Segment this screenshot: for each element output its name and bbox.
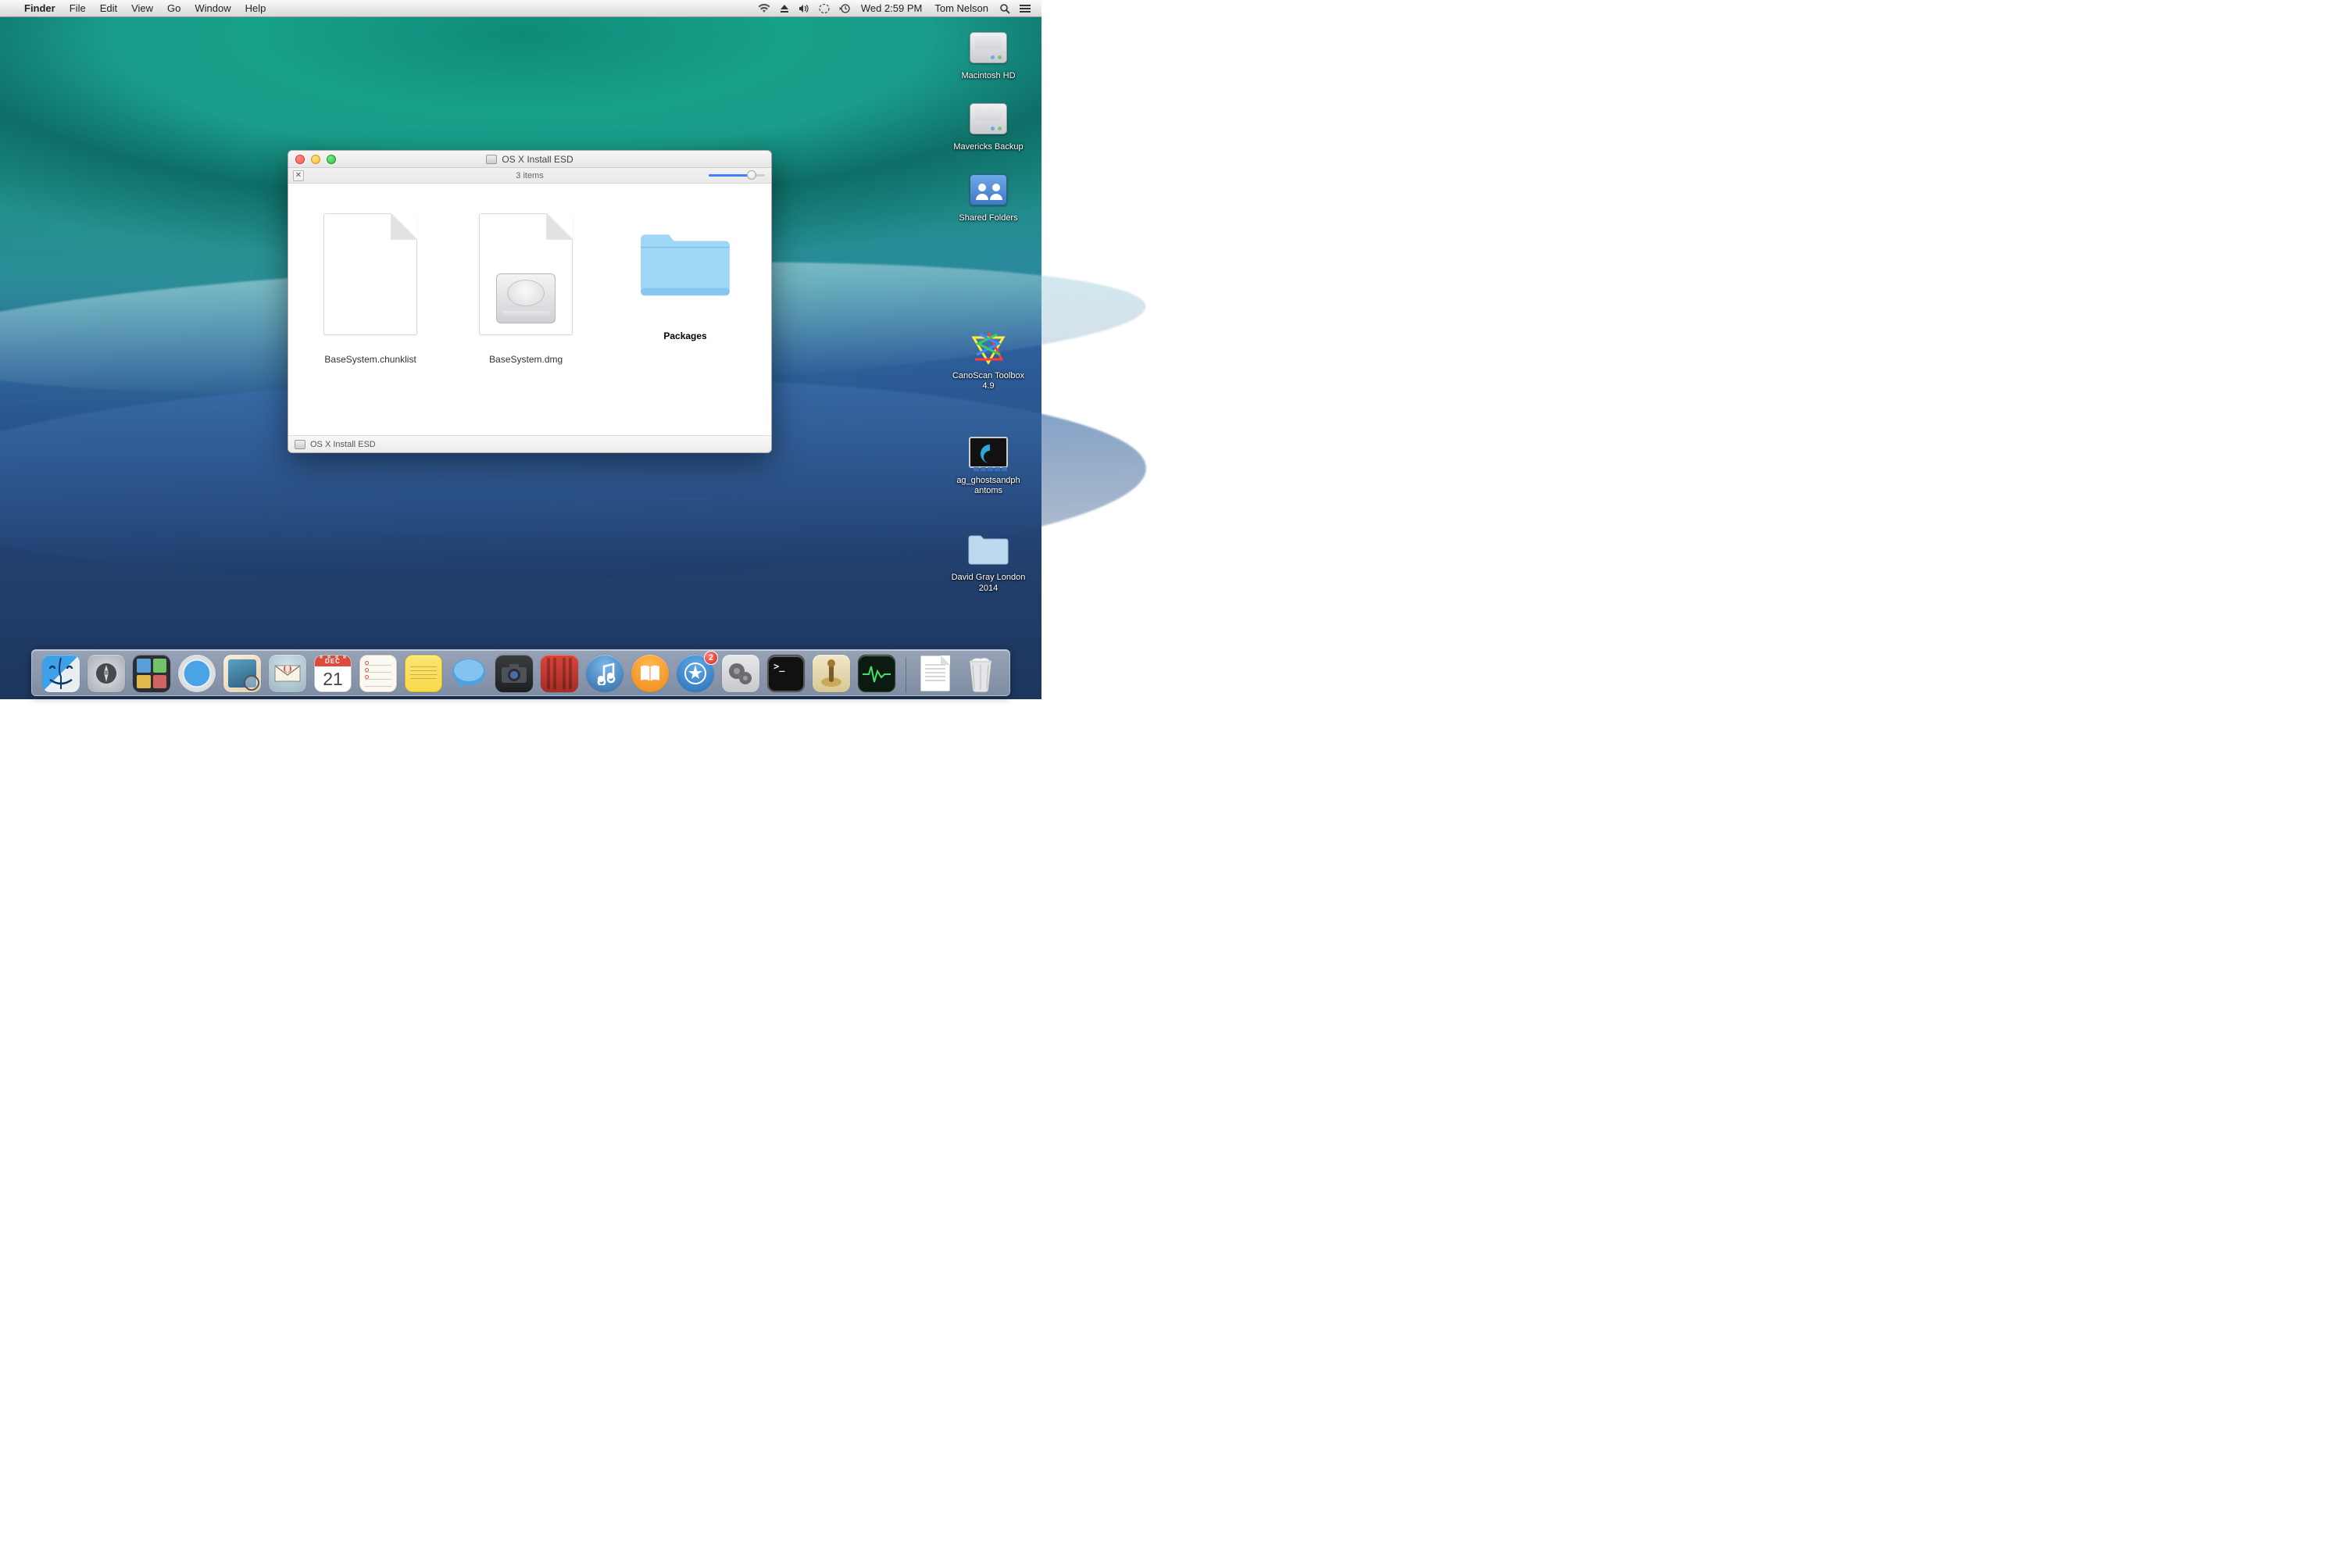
document-icon <box>320 212 421 337</box>
dock-handbrake[interactable] <box>812 654 851 693</box>
desktop-item-mavericks-backup[interactable]: Mavericks Backup <box>945 99 1031 153</box>
file-item-packages[interactable]: Packages <box>621 212 749 341</box>
finder-window[interactable]: OS X Install ESD ✕ 3 items BaseSystem.ch… <box>288 150 772 453</box>
menu-go[interactable]: Go <box>160 2 188 14</box>
disk-icon <box>486 155 497 164</box>
menubar: Finder File Edit View Go Window Help Wed… <box>0 0 1041 17</box>
spotlight-icon[interactable] <box>995 3 1015 14</box>
desktop-item-ghosts[interactable]: ag_ghostsandph antoms <box>945 433 1031 497</box>
window-toolbar: ✕ 3 items <box>288 168 771 184</box>
notification-center-icon[interactable] <box>1015 4 1035 13</box>
close-button[interactable] <box>295 155 305 164</box>
sync-icon[interactable] <box>814 3 834 14</box>
path-segment[interactable]: OS X Install ESD <box>310 440 376 449</box>
dock-activity-monitor[interactable] <box>857 654 896 693</box>
dock-finder[interactable] <box>41 654 80 693</box>
volume-icon[interactable] <box>794 4 814 13</box>
menu-file[interactable]: File <box>63 2 93 14</box>
shared-folder-icon <box>966 170 1011 209</box>
file-label: BaseSystem.chunklist <box>324 354 416 365</box>
dock-messages[interactable] <box>449 654 488 693</box>
minimize-button[interactable] <box>311 155 320 164</box>
desktop-item-label: CanoScan Toolbox 4.9 <box>945 370 1031 392</box>
desktop-item-label: Mavericks Backup <box>951 141 1025 153</box>
dock-wrap: DEC 21 <box>0 649 1041 696</box>
dock: DEC 21 <box>31 649 1010 696</box>
dock-document[interactable] <box>916 654 955 693</box>
menubar-clock[interactable]: Wed 2:59 PM <box>855 2 929 14</box>
menu-help[interactable]: Help <box>238 2 273 14</box>
dock-mission-control[interactable] <box>132 654 171 693</box>
desktop-item-macintosh-hd[interactable]: Macintosh HD <box>945 28 1031 82</box>
disk-icon <box>966 28 1011 67</box>
dock-mail[interactable] <box>268 654 307 693</box>
dock-itunes[interactable] <box>585 654 624 693</box>
item-count: 3 items <box>288 171 771 180</box>
folder-icon <box>634 212 736 313</box>
desktop-item-label: ag_ghostsandph antoms <box>945 475 1031 497</box>
app-icon <box>966 328 1011 367</box>
file-icon <box>966 433 1011 472</box>
window-titlebar[interactable]: OS X Install ESD <box>288 151 771 168</box>
file-item-dmg[interactable]: BaseSystem.dmg <box>462 212 590 365</box>
desktop-item-shared-folders[interactable]: Shared Folders <box>945 170 1031 224</box>
traffic-lights <box>288 155 336 164</box>
desktop-item-david-gray[interactable]: David Gray London 2014 <box>945 530 1031 594</box>
eject-icon[interactable] <box>775 4 794 13</box>
badge-count: 2 <box>704 651 718 665</box>
dock-app-red[interactable] <box>540 654 579 693</box>
file-label: Packages <box>663 330 706 341</box>
wifi-icon[interactable] <box>753 4 775 13</box>
dock-reminders[interactable] <box>359 654 398 693</box>
icon-size-slider[interactable] <box>709 173 765 178</box>
file-area[interactable]: BaseSystem.chunklist BaseSystem.dmg <box>288 184 771 435</box>
disk-icon <box>966 99 1011 138</box>
menu-window[interactable]: Window <box>188 2 238 14</box>
desktop-icons: Macintosh HD Mavericks Backup Shared Fol… <box>941 28 1035 595</box>
dock-terminal[interactable]: >_ <box>766 654 806 693</box>
disk-icon <box>295 440 305 449</box>
dock-calendar[interactable]: DEC 21 <box>313 654 352 693</box>
window-title: OS X Install ESD <box>502 154 573 165</box>
desktop-item-label: David Gray London 2014 <box>945 572 1031 594</box>
desktop-item-label: Macintosh HD <box>959 70 1017 82</box>
dock-system-preferences[interactable] <box>721 654 760 693</box>
desktop-item-label: Shared Folders <box>956 213 1020 224</box>
dock-photo-booth[interactable] <box>495 654 534 693</box>
desktop-item-canoscan[interactable]: CanoScan Toolbox 4.9 <box>945 328 1031 392</box>
zoom-button[interactable] <box>327 155 336 164</box>
calendar-day: 21 <box>315 666 351 691</box>
file-item-chunklist[interactable]: BaseSystem.chunklist <box>310 212 431 365</box>
dock-app-store[interactable]: 2 <box>676 654 715 693</box>
time-machine-icon[interactable] <box>834 3 855 14</box>
dock-launchpad[interactable] <box>87 654 126 693</box>
dock-notes[interactable] <box>404 654 443 693</box>
dock-safari[interactable] <box>177 654 216 693</box>
menu-view[interactable]: View <box>124 2 160 14</box>
menu-edit[interactable]: Edit <box>93 2 124 14</box>
file-label: BaseSystem.dmg <box>489 354 563 365</box>
folder-icon <box>966 530 1011 569</box>
menubar-user[interactable]: Tom Nelson <box>928 2 995 14</box>
dock-preview[interactable] <box>223 654 262 693</box>
menu-app[interactable]: Finder <box>17 2 63 14</box>
path-bar[interactable]: OS X Install ESD <box>288 435 771 452</box>
dock-trash[interactable] <box>961 654 1000 693</box>
dock-ibooks[interactable] <box>631 654 670 693</box>
dmg-icon <box>475 212 577 337</box>
